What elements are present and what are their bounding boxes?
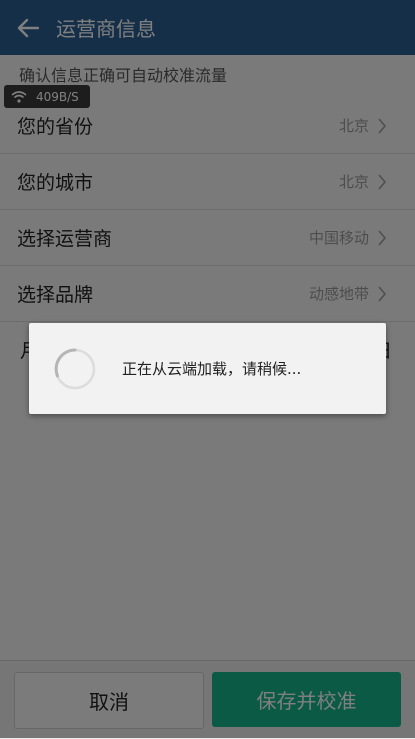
loading-spinner-icon: [54, 348, 96, 389]
loading-dialog: 正在从云端加载，请稍候...: [29, 323, 386, 414]
loading-message: 正在从云端加载，请稍候...: [122, 360, 302, 378]
